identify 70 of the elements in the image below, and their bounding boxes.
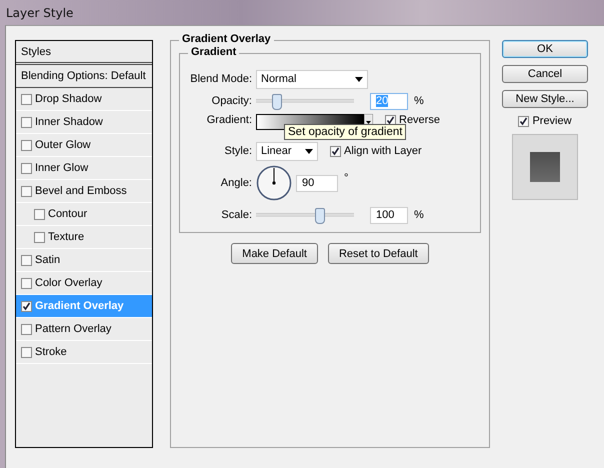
- styles-list-item[interactable]: Blending Options: Default: [16, 65, 152, 88]
- styles-list-item[interactable]: Inner Glow: [16, 157, 152, 180]
- item-label: Outer Glow: [35, 139, 91, 151]
- item-label: Gradient Overlay: [35, 300, 124, 312]
- styles-list-item[interactable]: Contour: [16, 203, 152, 226]
- styles-list-item[interactable]: Satin: [16, 249, 152, 272]
- checkbox[interactable]: [21, 186, 32, 196]
- checkbox[interactable]: [385, 114, 396, 126]
- item-label: Texture: [48, 231, 84, 243]
- item-label: Drop Shadow: [35, 93, 102, 105]
- styles-list-item[interactable]: Pattern Overlay: [16, 318, 152, 341]
- scale-field[interactable]: 100: [370, 206, 408, 224]
- field-label: Style:: [223, 145, 252, 157]
- dialog-button[interactable]: Cancel: [502, 65, 588, 83]
- dialog-button[interactable]: Make Default: [231, 243, 318, 264]
- field-label: Opacity:: [210, 95, 252, 107]
- item-label: Bevel and Emboss: [35, 185, 127, 197]
- field-label: Blend Mode:: [189, 73, 252, 85]
- style-dropdown[interactable]: Linear: [256, 142, 318, 160]
- item-label: Stroke: [35, 346, 67, 358]
- checkbox[interactable]: [518, 116, 530, 126]
- checkbox[interactable]: [21, 278, 32, 288]
- checkbox-label: Preview: [532, 115, 572, 127]
- checkbox[interactable]: [21, 116, 32, 128]
- item-label: Pattern Overlay: [35, 323, 112, 335]
- styles-list-item[interactable]: Outer Glow: [16, 134, 152, 157]
- item-label: Satin: [35, 254, 60, 266]
- item-label: Color Overlay: [35, 277, 102, 289]
- item-label: Inner Shadow: [35, 116, 103, 128]
- checkbox[interactable]: [34, 208, 45, 220]
- styles-list-item[interactable]: Stroke: [16, 341, 152, 364]
- item-label: Contour: [48, 208, 88, 220]
- checkbox[interactable]: [21, 162, 32, 174]
- styles-list-item[interactable]: Styles: [16, 41, 152, 65]
- slider-thumb[interactable]: [314, 208, 325, 224]
- checkbox-label: Reverse: [399, 114, 440, 126]
- styles-list-item[interactable]: Inner Shadow: [16, 111, 152, 134]
- dropdown-arrow-icon: [355, 76, 363, 82]
- checkbox-label: Align with Layer: [344, 145, 422, 157]
- section-title: Gradient Overlay: [179, 33, 274, 45]
- checkbox[interactable]: [21, 300, 32, 312]
- styles-list-item[interactable]: Bevel and Emboss: [16, 180, 152, 203]
- checkbox[interactable]: [21, 346, 32, 358]
- checkbox[interactable]: [330, 146, 341, 156]
- blend-mode-dropdown[interactable]: Normal: [256, 70, 368, 88]
- unit-label: %: [414, 209, 424, 221]
- checkbox[interactable]: [21, 254, 32, 266]
- angle-dial[interactable]: [256, 165, 292, 201]
- item-label: Inner Glow: [35, 162, 88, 174]
- styles-list-item[interactable]: Drop Shadow: [16, 88, 152, 111]
- dialog-button[interactable]: New Style...: [502, 90, 588, 108]
- tooltip: Set opacity of gradient: [284, 124, 406, 140]
- field-label: Angle:: [220, 177, 252, 189]
- unit-label: %: [414, 95, 424, 107]
- styles-list-item[interactable]: Texture: [16, 226, 152, 249]
- unit-label: °: [344, 172, 348, 184]
- checkbox[interactable]: [21, 94, 32, 104]
- dialog-button[interactable]: Reset to Default: [328, 243, 429, 264]
- dialog-button[interactable]: OK: [502, 40, 588, 58]
- slider-thumb[interactable]: [272, 94, 282, 110]
- checkbox[interactable]: [21, 140, 32, 150]
- group-title: Gradient: [188, 46, 240, 58]
- checkbox[interactable]: [21, 324, 32, 334]
- angle-field[interactable]: 90: [296, 174, 338, 192]
- field-label: Scale:: [220, 209, 252, 221]
- dropdown-arrow-icon: [305, 148, 313, 154]
- checkbox[interactable]: [34, 232, 45, 242]
- window-title: Layer Style: [6, 6, 74, 20]
- field-label: Gradient:: [206, 114, 252, 126]
- preview-thumbnail: [512, 134, 578, 200]
